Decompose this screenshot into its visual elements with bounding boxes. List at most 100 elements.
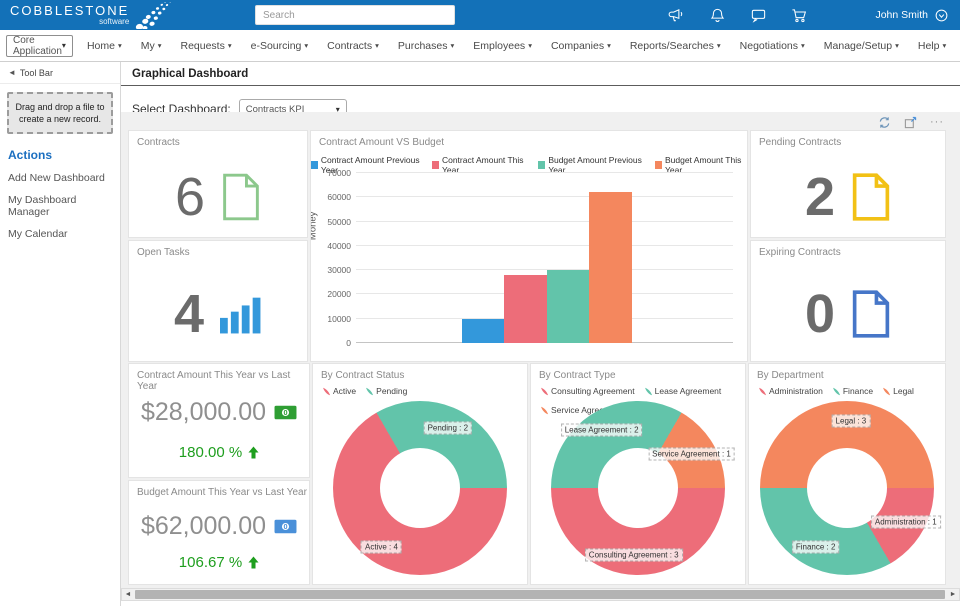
bar-budget-amount-this-year[interactable] xyxy=(589,192,632,343)
chat-icon[interactable] xyxy=(750,7,767,24)
nav-item-requests[interactable]: Requests▾ xyxy=(180,40,231,52)
chart-title: Contract Amount VS Budget xyxy=(311,131,747,148)
file-dropzone[interactable]: Drag and drop a file to create a new rec… xyxy=(7,92,113,134)
document-icon xyxy=(851,290,891,338)
nav-item-employees[interactable]: Employees▾ xyxy=(473,40,532,52)
swoosh-icon xyxy=(365,387,374,396)
user-status-icon xyxy=(935,9,948,22)
horizontal-scrollbar[interactable]: ◄ ► xyxy=(121,588,960,601)
donut-legend: Administration Finance Legal xyxy=(749,381,945,396)
banknote-icon: 0 xyxy=(274,519,297,534)
tile-title: Open Tasks xyxy=(129,241,307,258)
legend-swatch-icon xyxy=(432,161,439,169)
sidebar-link-my-calendar[interactable]: My Calendar xyxy=(8,228,120,240)
swoosh-icon xyxy=(540,406,549,415)
kpi-tile-contracts[interactable]: Contracts 6 xyxy=(128,130,308,238)
nav-item-label: Contracts xyxy=(327,40,372,52)
bar-contract-amount-previous-year[interactable] xyxy=(462,319,505,343)
nav-item-contracts[interactable]: Contracts▾ xyxy=(327,40,379,52)
nav-item-companies[interactable]: Companies▾ xyxy=(551,40,611,52)
sidebar-link-my-dashboard-manager[interactable]: My Dashboard Manager xyxy=(8,194,120,218)
megaphone-icon[interactable] xyxy=(668,7,685,24)
search-input[interactable] xyxy=(255,5,455,25)
legend-label: Legal xyxy=(893,386,914,396)
donut-tile-department[interactable]: By Department AdministrationFinanceLegal… xyxy=(748,363,946,585)
donut-hole xyxy=(380,448,460,528)
gridline xyxy=(356,196,733,197)
scrollbar-thumb[interactable] xyxy=(135,590,945,599)
toolbar-collapse[interactable]: ◄ Tool Bar xyxy=(0,62,120,84)
chart-title: By Contract Status xyxy=(313,364,527,381)
legend-label: Administration xyxy=(769,386,823,396)
legend-item-finance[interactable]: Finance xyxy=(832,386,873,396)
legend-item-active[interactable]: Active xyxy=(322,386,356,396)
legend-item-consulting-agreement[interactable]: Consulting Agreement xyxy=(540,386,635,396)
document-icon xyxy=(221,173,261,221)
nav-item-home[interactable]: Home▾ xyxy=(87,40,122,52)
bar-budget-amount-previous-year[interactable] xyxy=(547,270,590,343)
bar-contract-amount-this-year[interactable] xyxy=(504,275,547,343)
scroll-left-arrow[interactable]: ◄ xyxy=(122,589,134,600)
tile-title: Contracts xyxy=(129,131,307,148)
donut-tile-contract-type[interactable]: By Contract Type Consulting AgreementLea… xyxy=(530,363,746,585)
sidebar-link-add-new-dashboard[interactable]: Add New Dashboard xyxy=(8,172,120,184)
nav-item-label: e-Sourcing xyxy=(251,40,302,52)
nav-item-help[interactable]: Help▾ xyxy=(918,40,946,52)
kpi-tile-contract-amount-vs-last-year[interactable]: Contract Amount This Year vs Last Year $… xyxy=(128,363,310,478)
slice-label-lease-agreement: Lease Agreement : 2 xyxy=(561,424,643,437)
user-menu[interactable]: John Smith xyxy=(875,0,948,30)
legend-item-legal[interactable]: Legal xyxy=(882,386,914,396)
y-tick-label: 60000 xyxy=(327,192,351,202)
nav-item-my[interactable]: My▾ xyxy=(141,40,162,52)
bar-chart-tile[interactable]: Contract Amount VS Budget Contract Amoun… xyxy=(310,130,748,362)
legend-item-pending[interactable]: Pending xyxy=(365,386,407,396)
slice-label-pending: Pending : 2 xyxy=(424,421,472,434)
brand-name: COBBLESTONE xyxy=(10,5,129,17)
nav-item-negotiations[interactable]: Negotiations▾ xyxy=(740,40,805,52)
nav-item-reports-searches[interactable]: Reports/Searches▾ xyxy=(630,40,721,52)
application-selector[interactable]: Core Application ▾ xyxy=(6,35,73,57)
chevron-down-icon: ▾ xyxy=(158,41,162,50)
scroll-right-arrow[interactable]: ► xyxy=(947,589,959,600)
legend-item-lease-agreement[interactable]: Lease Agreement xyxy=(644,386,722,396)
chevron-down-icon: ▾ xyxy=(607,41,611,50)
user-name: John Smith xyxy=(875,9,928,21)
swoosh-icon xyxy=(882,387,891,396)
cobblestone-logo[interactable]: COBBLESTONE software xyxy=(10,2,177,29)
donut-ring[interactable] xyxy=(333,401,507,575)
cart-icon[interactable] xyxy=(791,7,808,24)
bell-icon[interactable] xyxy=(709,7,726,24)
kpi-tile-pending-contracts[interactable]: Pending Contracts 2 xyxy=(750,130,946,238)
svg-text:0: 0 xyxy=(284,408,288,417)
kpi-tile-budget-amount-vs-last-year[interactable]: Budget Amount This Year vs Last Year $62… xyxy=(128,480,310,585)
more-options-icon[interactable]: ··· xyxy=(930,117,944,127)
dashboard-toolbar: ··· xyxy=(878,114,944,130)
swoosh-icon xyxy=(832,387,841,396)
refresh-icon[interactable] xyxy=(878,116,891,129)
y-tick-label: 70000 xyxy=(327,168,351,178)
y-tick-label: 10000 xyxy=(327,314,351,324)
svg-text:0: 0 xyxy=(284,522,288,531)
money-value: $62,000.00 xyxy=(141,512,266,541)
y-tick-label: 30000 xyxy=(327,265,351,275)
header-icons xyxy=(668,0,808,30)
swoosh-icon xyxy=(322,387,331,396)
nav-item-label: Help xyxy=(918,40,940,52)
legend-label: Finance xyxy=(843,386,873,396)
nav-item-manage-setup[interactable]: Manage/Setup▾ xyxy=(824,40,899,52)
kpi-tile-expiring-contracts[interactable]: Expiring Contracts 0 xyxy=(750,240,946,362)
expand-icon[interactable] xyxy=(904,116,917,129)
swoosh-icon xyxy=(644,387,653,396)
legend-item-administration[interactable]: Administration xyxy=(758,386,823,396)
kpi-tile-open-tasks[interactable]: Open Tasks 4 xyxy=(128,240,308,362)
percent-change: 180.00 % xyxy=(179,444,242,461)
donut-tile-contract-status[interactable]: By Contract Status Active Pending Pending… xyxy=(312,363,528,585)
nav-item-purchases[interactable]: Purchases▾ xyxy=(398,40,454,52)
nav-item-e-sourcing[interactable]: e-Sourcing▾ xyxy=(251,40,309,52)
swoosh-icon xyxy=(758,387,767,396)
chevron-down-icon: ▾ xyxy=(62,41,66,50)
chevron-down-icon: ▾ xyxy=(942,41,946,50)
donut-legend: Active Pending xyxy=(313,381,527,396)
cobblestone-dots-icon xyxy=(131,2,177,29)
y-tick-label: 20000 xyxy=(327,289,351,299)
